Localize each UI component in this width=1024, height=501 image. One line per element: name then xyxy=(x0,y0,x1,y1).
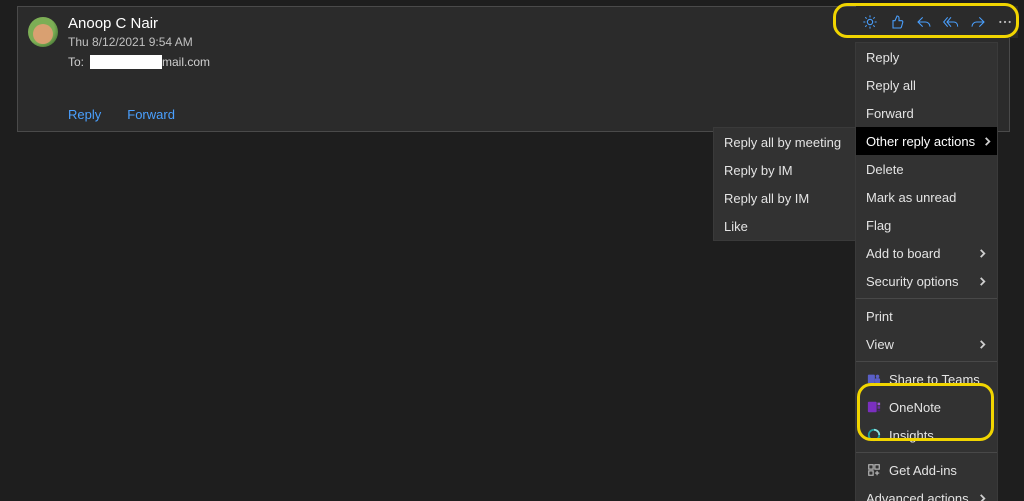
menu-onenote-label: OneNote xyxy=(889,400,941,415)
menu-insights-label: Insights xyxy=(889,428,934,443)
submenu-reply-im-label: Reply by IM xyxy=(724,163,793,178)
menu-get-addins-label: Get Add-ins xyxy=(889,463,957,478)
menu-insights[interactable]: Insights xyxy=(856,421,997,449)
to-label: To: xyxy=(68,55,84,69)
to-line: To: mail.com xyxy=(68,55,210,69)
menu-get-addins[interactable]: Get Add-ins xyxy=(856,456,997,484)
menu-separator xyxy=(856,298,997,299)
avatar xyxy=(28,17,58,47)
onenote-icon xyxy=(866,400,881,415)
menu-mark-unread[interactable]: Mark as unread xyxy=(856,183,997,211)
sun-icon[interactable] xyxy=(856,8,883,36)
menu-share-teams-label: Share to Teams xyxy=(889,372,980,387)
menu-reply-all-label: Reply all xyxy=(866,78,916,93)
insights-icon xyxy=(866,428,881,443)
menu-separator xyxy=(856,361,997,362)
reply-link[interactable]: Reply xyxy=(68,107,101,122)
more-icon[interactable] xyxy=(991,8,1018,36)
chevron-right-icon xyxy=(977,248,987,258)
submenu-like[interactable]: Like xyxy=(714,212,855,240)
menu-reply[interactable]: Reply xyxy=(856,43,997,71)
menu-delete-label: Delete xyxy=(866,162,904,177)
menu-flag-label: Flag xyxy=(866,218,891,233)
menu-delete[interactable]: Delete xyxy=(856,155,997,183)
submenu-reply-all-im-label: Reply all by IM xyxy=(724,191,809,206)
submenu-like-label: Like xyxy=(724,219,748,234)
forward-icon[interactable] xyxy=(964,8,991,36)
menu-view[interactable]: View xyxy=(856,330,997,358)
message-toolbar xyxy=(856,6,1018,38)
menu-advanced[interactable]: Advanced actions xyxy=(856,484,997,501)
menu-security-label: Security options xyxy=(866,274,959,289)
chevron-right-icon xyxy=(977,493,987,501)
submenu-reply-all-meeting[interactable]: Reply all by meeting xyxy=(714,128,855,156)
reply-icon[interactable] xyxy=(910,8,937,36)
teams-icon xyxy=(866,372,881,387)
menu-print-label: Print xyxy=(866,309,893,324)
submenu-reply-im[interactable]: Reply by IM xyxy=(714,156,855,184)
menu-forward[interactable]: Forward xyxy=(856,99,997,127)
menu-flag[interactable]: Flag xyxy=(856,211,997,239)
menu-separator xyxy=(856,452,997,453)
sender-name: Anoop C Nair xyxy=(68,15,158,32)
menu-add-board-label: Add to board xyxy=(866,246,940,261)
context-menu: Reply Reply all Forward Other reply acti… xyxy=(855,42,998,501)
menu-reply-label: Reply xyxy=(866,50,899,65)
menu-reply-all[interactable]: Reply all xyxy=(856,71,997,99)
menu-forward-label: Forward xyxy=(866,106,914,121)
chevron-right-icon xyxy=(977,339,987,349)
menu-mark-unread-label: Mark as unread xyxy=(866,190,956,205)
submenu-other-reply: Reply all by meeting Reply by IM Reply a… xyxy=(713,127,856,241)
chevron-right-icon xyxy=(983,136,992,146)
menu-view-label: View xyxy=(866,337,894,352)
redacted-recipient xyxy=(90,55,162,69)
menu-advanced-label: Advanced actions xyxy=(866,491,969,501)
menu-other-reply-label: Other reply actions xyxy=(866,134,975,149)
submenu-reply-all-im[interactable]: Reply all by IM xyxy=(714,184,855,212)
menu-security[interactable]: Security options xyxy=(856,267,997,295)
inline-actions: Reply Forward xyxy=(68,107,175,122)
submenu-reply-all-meeting-label: Reply all by meeting xyxy=(724,135,841,150)
chevron-right-icon xyxy=(977,276,987,286)
menu-add-board[interactable]: Add to board xyxy=(856,239,997,267)
like-icon[interactable] xyxy=(883,8,910,36)
sent-date: Thu 8/12/2021 9:54 AM xyxy=(68,35,193,49)
forward-link[interactable]: Forward xyxy=(127,107,175,122)
menu-other-reply[interactable]: Other reply actions xyxy=(856,127,997,155)
menu-onenote[interactable]: OneNote xyxy=(856,393,997,421)
menu-share-teams[interactable]: Share to Teams xyxy=(856,365,997,393)
to-suffix: mail.com xyxy=(162,55,210,69)
reply-all-icon[interactable] xyxy=(937,8,964,36)
menu-print[interactable]: Print xyxy=(856,302,997,330)
addins-icon xyxy=(866,463,881,478)
